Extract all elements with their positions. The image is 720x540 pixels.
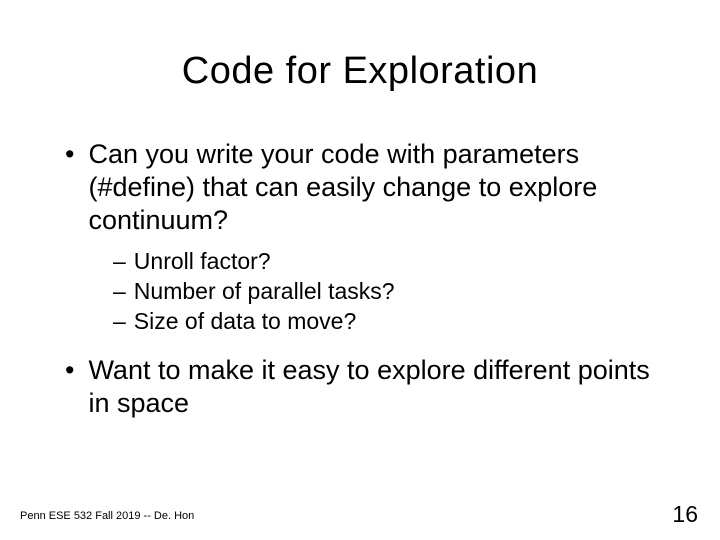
bullet-marker: • xyxy=(65,354,74,420)
page-number: 16 xyxy=(672,501,698,528)
bullet-text: Want to make it easy to explore differen… xyxy=(88,354,660,420)
slide: Code for Exploration • Can you write you… xyxy=(0,0,720,540)
bullet-text: Size of data to move? xyxy=(134,307,356,337)
bullet-text: Can you write your code with parameters … xyxy=(88,138,660,237)
bullet-marker: • xyxy=(65,138,74,237)
content-body: • Can you write your code with parameter… xyxy=(60,138,660,420)
bullet-text: Number of parallel tasks? xyxy=(134,277,395,307)
bullet-level-2: – Unroll factor? xyxy=(113,247,660,277)
bullet-marker: – xyxy=(113,307,126,337)
sub-list: – Unroll factor? – Number of parallel ta… xyxy=(65,247,660,337)
bullet-level-1: • Can you write your code with parameter… xyxy=(65,138,660,237)
bullet-text: Unroll factor? xyxy=(134,247,271,277)
bullet-level-2: – Size of data to move? xyxy=(113,307,660,337)
bullet-marker: – xyxy=(113,277,126,307)
bullet-marker: – xyxy=(113,247,126,277)
slide-title: Code for Exploration xyxy=(60,50,660,93)
bullet-level-1: • Want to make it easy to explore differ… xyxy=(65,354,660,420)
footer-text: Penn ESE 532 Fall 2019 -- De. Hon xyxy=(20,510,194,522)
bullet-level-2: – Number of parallel tasks? xyxy=(113,277,660,307)
